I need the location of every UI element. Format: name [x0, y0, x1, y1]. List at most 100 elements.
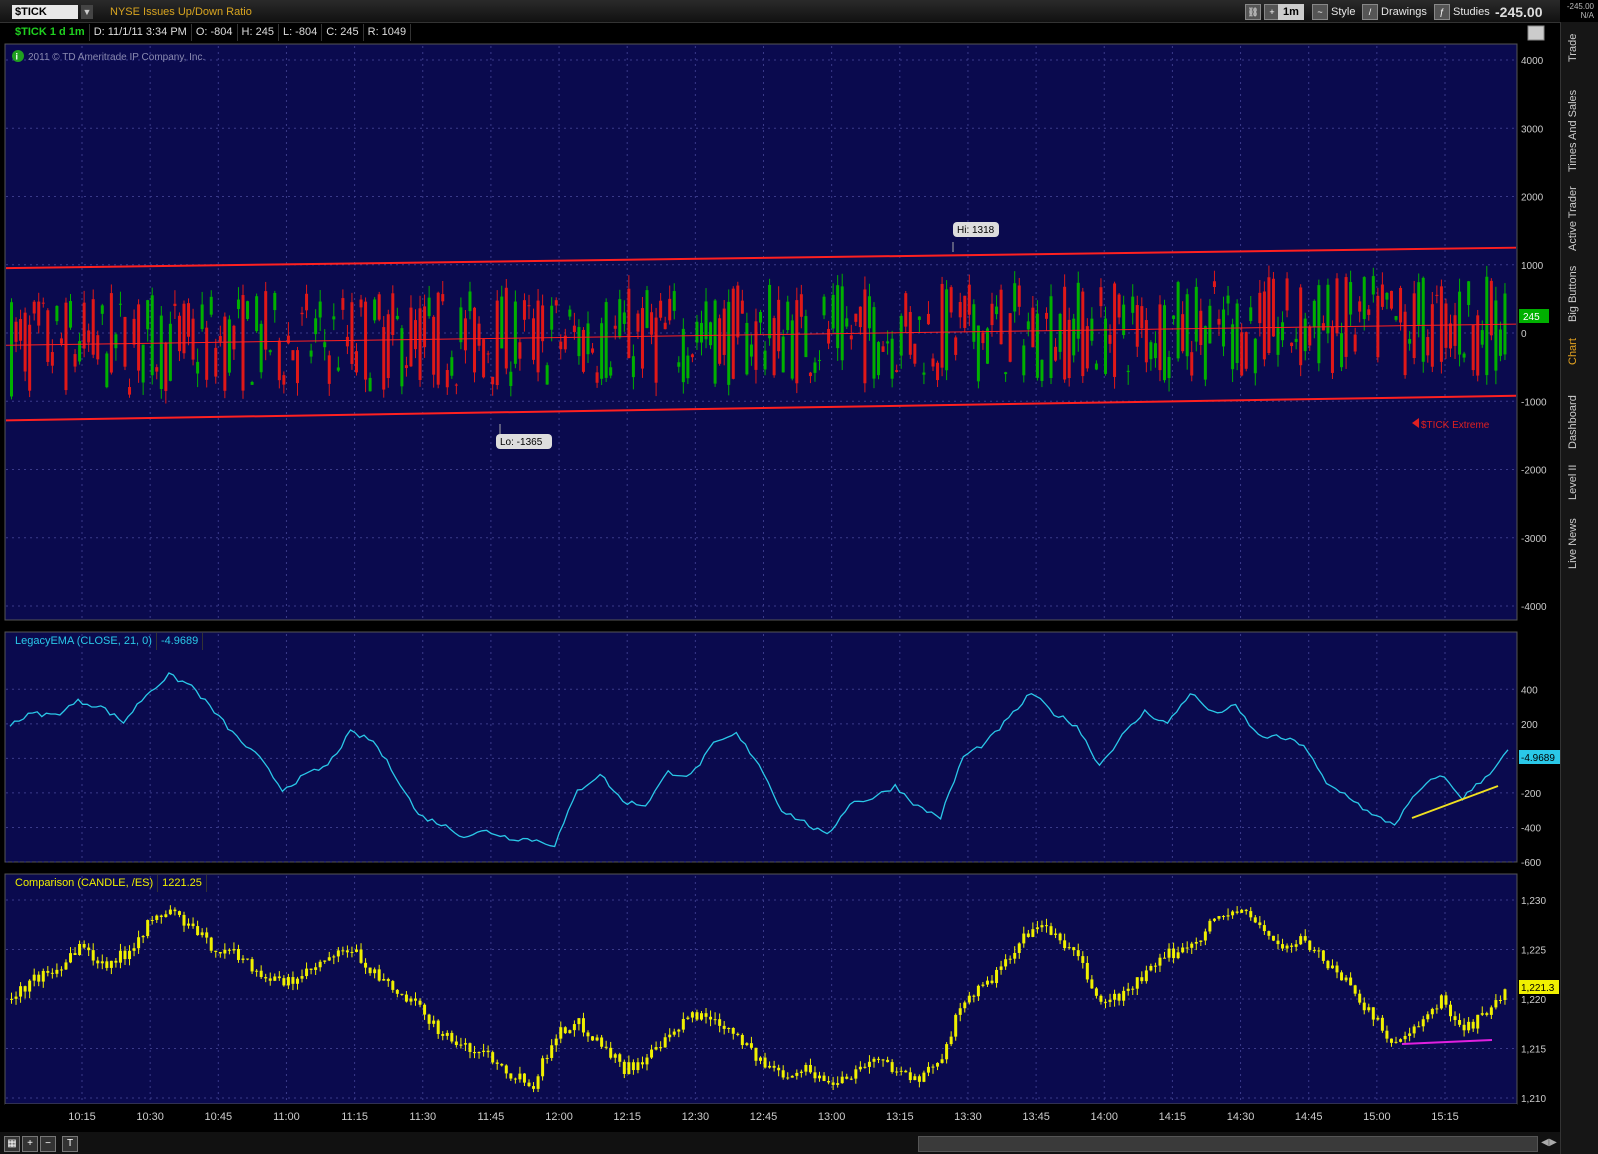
main-y-tick: -2000 [1521, 466, 1547, 477]
tick-extreme-label: $TICK Extreme [1421, 420, 1490, 431]
es-candle-body [191, 923, 195, 927]
tick-candle-body [1480, 330, 1484, 345]
style-button[interactable]: ~ Style [1312, 4, 1355, 21]
tick-candle-body [432, 316, 436, 375]
es-candle-body [236, 949, 240, 960]
tab-chart[interactable]: Chart [1567, 334, 1587, 370]
es-candle-body [1408, 1033, 1412, 1036]
symbol-dropdown-button[interactable]: ▼ [81, 5, 93, 19]
es-candle-body [1108, 999, 1112, 1003]
chart-canvas[interactable]: 4000 3000 2000 1000 0 -1000 -2000 -3000 -4000 400… [0, 22, 1560, 1132]
time-tick: 13:00 [818, 1111, 846, 1123]
tick-candle-body [1417, 282, 1421, 326]
es-candle-body [486, 1050, 490, 1053]
symbol-description: NYSE Issues Up/Down Ratio [110, 6, 252, 18]
es-candle-body [995, 969, 999, 984]
es-candle-body [958, 1008, 962, 1015]
tick-candle-body [1158, 304, 1162, 371]
time-scrollbar[interactable] [918, 1136, 1538, 1152]
tab-trade[interactable]: Trade [1567, 30, 1587, 66]
time-axis: 10:15 10:30 10:45 11:00 11:15 11:30 11:45 12:00… [68, 1111, 1459, 1123]
es-candle-body [105, 961, 109, 968]
text-tool-icon[interactable]: T [62, 1136, 78, 1152]
tick-candle-body [858, 306, 862, 328]
es-candle-body [246, 958, 250, 960]
es-candle-body [1017, 943, 1021, 953]
scroll-right-arrow[interactable]: ▶ [1546, 1136, 1560, 1150]
es-candle-body [527, 1082, 531, 1087]
time-tick: 14:00 [1090, 1111, 1118, 1123]
es-candle-body [690, 1012, 694, 1018]
drawings-button[interactable]: / Drawings [1362, 4, 1427, 21]
es-candle-body [78, 944, 82, 956]
tick-candle-body [877, 342, 881, 376]
zoom-in-icon[interactable]: + [22, 1136, 38, 1152]
tick-candle-body [236, 299, 240, 310]
timeframe-button[interactable]: 1m [1278, 4, 1304, 20]
es-candle-body [1135, 977, 1139, 989]
es-candle-body [1240, 909, 1244, 913]
es-candle-body [1004, 959, 1008, 967]
tick-candle-body [141, 344, 145, 383]
time-tick: 12:30 [682, 1111, 710, 1123]
tab-dashboard[interactable]: Dashboard [1567, 392, 1587, 452]
tick-candle-body [586, 323, 590, 355]
tick-candle-body [409, 307, 413, 367]
tick-candle-body [645, 290, 649, 328]
tick-candle-body [872, 307, 876, 379]
tick-candle-body [518, 342, 522, 359]
tick-candle-body [759, 312, 762, 323]
tab-active-trader[interactable]: Active Trader [1567, 184, 1587, 254]
tick-candle-body [1094, 363, 1098, 370]
tick-candle-body [477, 323, 481, 346]
es-candle-body [550, 1045, 554, 1058]
es-candle-body [863, 1066, 867, 1068]
tick-candle-body [577, 327, 581, 357]
tick-candle-body [631, 356, 635, 378]
tick-candle-body [418, 308, 422, 380]
symbol-input[interactable]: $TICK [12, 5, 78, 19]
tab-live-news[interactable]: Live News [1567, 512, 1587, 576]
tick-candle-body [867, 296, 871, 329]
tick-candle-body [400, 328, 404, 387]
studies-button[interactable]: ƒ Studies [1434, 4, 1490, 21]
tick-candle-body [1099, 287, 1103, 307]
tab-level-ii[interactable]: Level II [1567, 462, 1587, 502]
tab-big-buttons[interactable]: Big Buttons [1567, 262, 1587, 326]
es-candle-body [513, 1078, 517, 1080]
es-candle-body [563, 1027, 567, 1034]
tick-candle-body [940, 283, 944, 368]
es-candle-body [749, 1043, 753, 1048]
es-candle-body [1163, 957, 1167, 959]
tick-candle-body [305, 293, 309, 311]
es-candle-body [336, 950, 340, 957]
main-y-tick: 3000 [1521, 124, 1544, 135]
tick-candle-body [1240, 332, 1244, 376]
es-candle-body [999, 966, 1003, 970]
tick-candle-body [1226, 295, 1230, 304]
es-candle-body [518, 1073, 522, 1080]
es-candle-body [731, 1028, 735, 1034]
svg-text:1,221.3: 1,221.3 [1521, 983, 1555, 994]
tick-candle-body [677, 362, 681, 367]
tick-candle-body [659, 300, 663, 318]
chart-settings-icon[interactable] [1527, 25, 1545, 41]
tick-candle-body [395, 315, 399, 320]
es-candle-body [223, 949, 227, 954]
es-candle-body [1412, 1026, 1416, 1034]
es-candle-body [618, 1054, 622, 1062]
tab-times-and-sales[interactable]: Times And Sales [1567, 86, 1587, 176]
tick-candle-body [763, 350, 767, 370]
es-candle-body [1008, 958, 1012, 960]
tick-candle-body [1194, 286, 1198, 342]
grid-layout-icon[interactable]: ▦ [4, 1136, 20, 1152]
time-tick: 13:45 [1022, 1111, 1050, 1123]
tick-candle-body [1380, 284, 1384, 307]
zoom-out-icon[interactable]: − [40, 1136, 56, 1152]
tick-candle-body [990, 303, 994, 326]
link-icon[interactable]: ⛓ [1245, 4, 1261, 21]
tick-candle-body [350, 302, 354, 364]
es-candle-body [273, 976, 277, 981]
tick-candle-body [527, 305, 531, 307]
tick-candle-body [840, 286, 844, 361]
